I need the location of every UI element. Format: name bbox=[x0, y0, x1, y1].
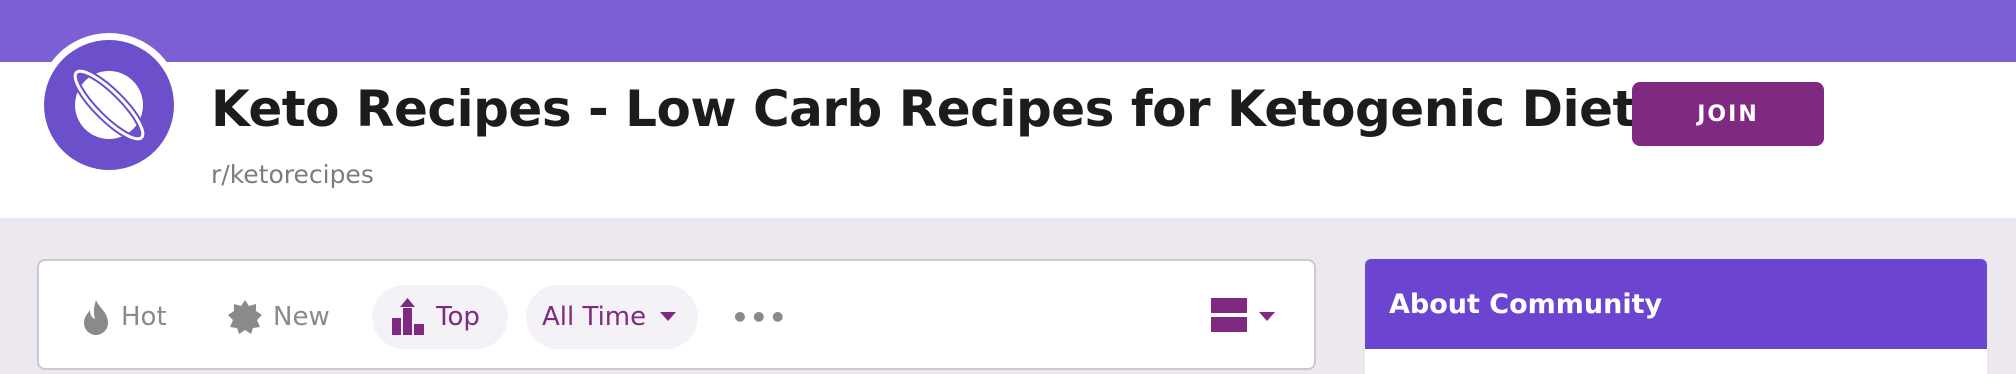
planet-icon bbox=[71, 67, 147, 143]
sort-top[interactable]: Top bbox=[372, 285, 508, 349]
caret-down-icon bbox=[1259, 312, 1275, 322]
community-banner bbox=[0, 0, 2016, 62]
about-community-title: About Community bbox=[1365, 259, 1987, 349]
top-bars-icon bbox=[390, 298, 426, 336]
new-badge-icon bbox=[227, 299, 263, 335]
community-title: Keto Recipes - Low Carb Recipes for Keto… bbox=[211, 80, 1666, 138]
subreddit-name: r/ketorecipes bbox=[211, 160, 374, 189]
timeframe-label: All Time bbox=[542, 302, 647, 332]
more-options-button[interactable]: ••• bbox=[731, 285, 787, 349]
card-layout-icon bbox=[1211, 298, 1247, 336]
flame-icon bbox=[81, 298, 111, 336]
sort-hot-label: Hot bbox=[121, 302, 167, 332]
about-community-card: About Community bbox=[1365, 259, 1987, 374]
sort-hot[interactable]: Hot bbox=[81, 285, 167, 349]
layout-toggle[interactable] bbox=[1211, 295, 1275, 339]
join-button[interactable]: JOIN bbox=[1632, 82, 1824, 146]
sort-new-label: New bbox=[273, 302, 330, 332]
community-avatar[interactable] bbox=[37, 33, 181, 177]
caret-down-icon bbox=[660, 312, 677, 322]
sort-new[interactable]: New bbox=[227, 285, 330, 349]
sort-bar: Hot New Top All Time ••• bbox=[37, 259, 1316, 370]
timeframe-dropdown[interactable]: All Time bbox=[526, 285, 698, 349]
sort-top-label: Top bbox=[436, 302, 480, 332]
